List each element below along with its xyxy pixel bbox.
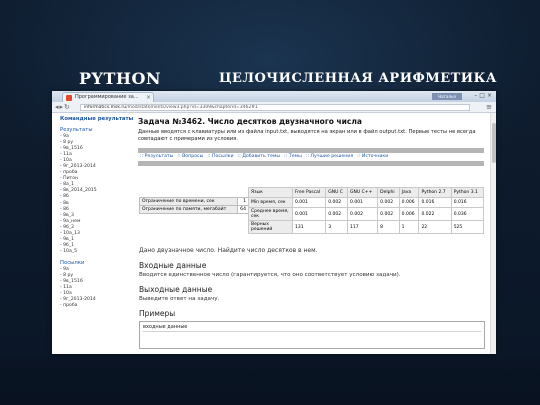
sidebar-results-list: - 9а - 8 ру - 9в_1516- 11а - 10а - 9г_2013-2… — [60, 134, 134, 255]
lang-cell: 22 — [418, 220, 452, 234]
slide-title-python: PYTHON — [79, 69, 162, 88]
lang-header-cell: Язык — [248, 187, 293, 198]
slide-title-topic: ЦЕЛОЧИСЛЕННАЯ АРИФМЕТИКА — [219, 71, 497, 86]
memory-limit-value: 64 — [237, 205, 249, 214]
memory-limit-label: Ограничение по памяти, мегабайт — [138, 205, 239, 214]
lang-cell: 0.001 — [347, 197, 379, 208]
task-links: :: Результаты:: Вопросы:: Посылки:: Доба… — [138, 153, 488, 161]
limits-table: Ограничение по времени, сек 1 Ограничени… — [138, 197, 249, 214]
examples-heading: Примеры — [139, 309, 176, 318]
lang-cell: 0.006 — [398, 207, 420, 221]
task-link[interactable]: :: Результаты — [140, 154, 173, 159]
user-label: Наталья — [432, 93, 462, 100]
lang-cell: 0.002 — [325, 197, 349, 208]
table-row: Среднее время, сек 0.001 0.002 0.002 0.002 0.… — [248, 207, 485, 221]
slide-bottom-band — [0, 355, 540, 405]
lang-cell: 0.001 — [291, 207, 327, 221]
lang-cell: 0.002 — [325, 207, 349, 221]
lang-cell: 117 — [347, 220, 379, 234]
lang-header-cell: GNU C — [325, 187, 349, 198]
scroll-thumb[interactable] — [492, 123, 496, 163]
task-link[interactable]: :: Добавить темы — [238, 154, 281, 159]
sidebar-item[interactable]: - проба — [60, 303, 134, 309]
statement-text: Дано двузначное число. Найдите число дес… — [139, 247, 318, 254]
window-controls[interactable]: –□× — [474, 92, 494, 99]
task-link[interactable]: :: Темы — [284, 154, 302, 159]
lang-cell: 525 — [450, 220, 485, 234]
task-link[interactable]: :: Лучшие решения — [306, 154, 353, 159]
lang-header-cell: Delphi — [377, 187, 400, 198]
lang-cell: 8 — [377, 220, 400, 234]
lang-header-cell: Python 2.7 — [418, 187, 452, 198]
sidebar-posts-list: - 9а - 8 ру - 9в_1516- 11а - 10а - 9г_2013-2… — [60, 267, 134, 309]
lang-cell: 0.002 — [377, 207, 400, 221]
lang-cell: 1 — [398, 220, 420, 234]
back-forward-reload-icon[interactable]: ◂▸↻ — [55, 103, 71, 111]
problem-statement: Дано двузначное число. Найдите число дес… — [139, 247, 485, 349]
lang-row-label: Среднее время, сек — [248, 207, 293, 221]
browser-titlebar: Программирование за... × Наталья –□× — [52, 91, 496, 102]
task-link[interactable]: :: Посылки — [207, 154, 233, 159]
lang-cell: 0.002 — [377, 197, 400, 208]
lang-row-label: Верных решений — [248, 220, 293, 234]
lang-cell: 0.002 — [347, 207, 379, 221]
url-path: /mod/statements/view3.php?id=3309&chapte… — [126, 105, 258, 110]
lang-cell: 0.006 — [398, 197, 420, 208]
task-title: Задача №3462. Число десятков двузначного… — [138, 117, 362, 126]
close-tab-icon[interactable]: × — [146, 93, 151, 102]
address-bar: ◂▸↻ informatics.msk.ru/mod/statements/vi… — [52, 102, 496, 113]
output-heading: Выходные данные — [139, 285, 213, 294]
sidebar-results-title[interactable]: Результаты — [60, 127, 134, 133]
lang-header-cell: Java — [398, 187, 420, 198]
lang-cell: 0.036 — [450, 207, 485, 221]
time-limit-label: Ограничение по времени, сек — [138, 197, 239, 206]
input-text: Вводится единственное число (гарантирует… — [139, 272, 401, 278]
sidebar-item[interactable]: - 10а_5 — [60, 249, 134, 255]
favicon-icon — [66, 95, 72, 101]
time-limit-value: 1 — [237, 197, 249, 206]
page-content: Командные результаты Результаты - 9а - 8 … — [52, 113, 496, 354]
input-heading: Входные данные — [139, 261, 207, 270]
lang-cell: 131 — [291, 220, 327, 234]
main-content: Задача №3462. Число десятков двузначного… — [138, 113, 488, 354]
example-input-label: входные данные — [143, 324, 481, 332]
lang-cell: 3 — [325, 220, 349, 234]
sidebar-posts-title[interactable]: Посылки — [60, 260, 134, 266]
browser-window: Программирование за... × Наталья –□× ◂▸↻… — [52, 91, 496, 354]
table-row: Верных решений 131 3 117 8 1 22 525 — [248, 220, 485, 234]
lang-cell: 0.022 — [418, 207, 452, 221]
language-stats-table: Язык Free Pascal GNU C GNU C++ Delphi Java Pyt… — [248, 187, 485, 234]
lang-row-label: Min время, сек — [248, 197, 293, 208]
task-description: Данные вводятся с клавиатуры или из файл… — [138, 129, 476, 142]
task-link[interactable]: :: Вопросы — [177, 154, 203, 159]
sidebar: Командные результаты Результаты - 9а - 8 … — [52, 113, 134, 354]
lang-header-cell: GNU C++ — [347, 187, 379, 198]
example-box: входные данные — [139, 321, 485, 349]
output-text: Выведите ответ на задачу. — [139, 296, 220, 302]
tab-title: Программирование за... — [75, 94, 139, 100]
task-link[interactable]: :: Источники — [357, 154, 388, 159]
browser-tab[interactable]: Программирование за... × — [62, 92, 154, 102]
menu-icon[interactable]: ≡ — [486, 103, 492, 111]
url-host: informatics.msk.ru — [84, 105, 127, 110]
lang-cell: 0.001 — [291, 197, 327, 208]
lang-header-cell: Python 3.1 — [450, 187, 485, 198]
lang-cell: 0.016 — [450, 197, 485, 208]
lang-cell: 0.016 — [418, 197, 452, 208]
divider-bar — [138, 161, 484, 166]
lang-header-cell: Free Pascal — [291, 187, 327, 198]
table-row: Min время, сек 0.001 0.002 0.001 0.002 0.006 0… — [248, 197, 485, 208]
scrollbar[interactable] — [490, 113, 496, 354]
sidebar-header[interactable]: Командные результаты — [60, 116, 134, 122]
url-input[interactable]: informatics.msk.ru/mod/statements/view3.… — [80, 104, 470, 111]
